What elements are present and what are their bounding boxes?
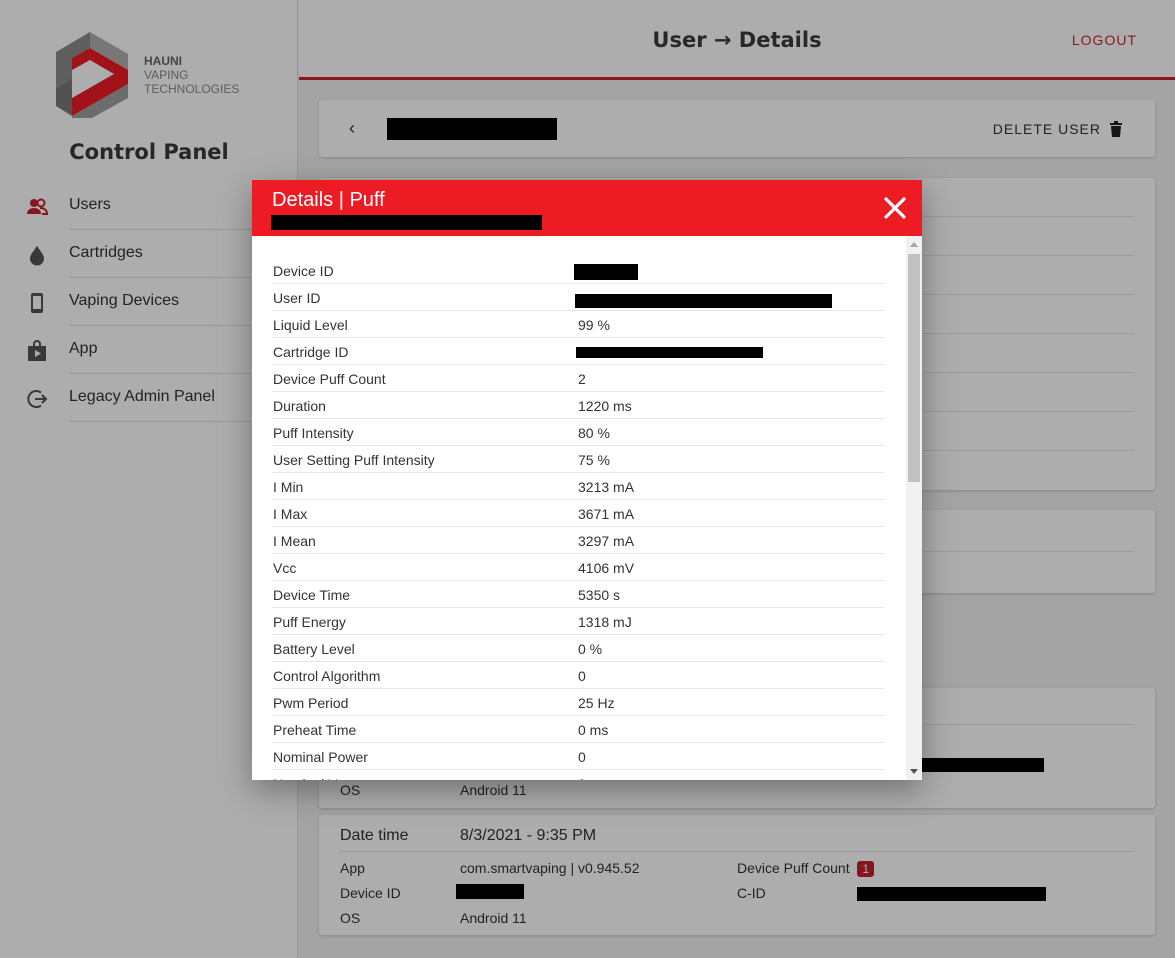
detail-label: I Min xyxy=(273,479,304,495)
dialog-title: Details | Puff xyxy=(272,189,385,211)
detail-label: Puff Energy xyxy=(273,614,346,630)
detail-row: Preheat Time 0 ms xyxy=(272,716,884,743)
detail-row: Cartridge ID xyxy=(272,338,884,365)
detail-row: Nominal Power 0 xyxy=(272,743,884,770)
detail-value: 2 xyxy=(578,371,586,387)
detail-row: User ID xyxy=(272,284,884,311)
scroll-down-arrow-icon[interactable] xyxy=(910,769,918,774)
detail-label: Device Puff Count xyxy=(273,371,386,387)
redacted-value xyxy=(576,347,763,358)
detail-row: Puff Energy 1318 mJ xyxy=(272,608,884,635)
detail-row: Device Puff Count 2 xyxy=(272,365,884,392)
redacted-value xyxy=(575,294,832,308)
detail-label: Duration xyxy=(273,398,326,414)
detail-value: 0 ms xyxy=(578,722,609,738)
detail-value: 80 % xyxy=(578,425,610,441)
detail-row: Device Time 5350 s xyxy=(272,581,884,608)
detail-value: 1318 mJ xyxy=(578,614,632,630)
detail-value: 0 xyxy=(578,749,586,765)
detail-value: 3671 mA xyxy=(578,506,635,522)
detail-label: Puff Intensity xyxy=(273,425,354,441)
detail-row: I Max 3671 mA xyxy=(272,500,884,527)
detail-value: 25 Hz xyxy=(578,695,615,711)
detail-row: Control Algorithm 0 xyxy=(272,662,884,689)
detail-label: I Mean xyxy=(273,533,316,549)
detail-row: Battery Level 0 % xyxy=(272,635,884,662)
detail-label: User Setting Puff Intensity xyxy=(273,452,435,468)
detail-row: Liquid Level 99 % xyxy=(272,311,884,338)
scrollbar-thumb[interactable] xyxy=(908,254,920,482)
detail-value: 4106 mV xyxy=(578,560,635,576)
detail-row: Pwm Period 25 Hz xyxy=(272,689,884,716)
detail-label: Pwm Period xyxy=(273,695,349,711)
dialog-body[interactable]: Device ID User ID Liquid Level 99 % Cartridg… xyxy=(252,236,906,780)
puff-details-dialog: Details | Puff Device ID User ID Liquid Le… xyxy=(252,180,922,780)
detail-label: Liquid Level xyxy=(273,317,348,333)
detail-value: 75 % xyxy=(578,452,610,468)
detail-label: I Max xyxy=(273,506,308,522)
detail-value: 1220 ms xyxy=(578,398,632,414)
detail-row: Puff Intensity 80 % xyxy=(272,419,884,446)
dialog-scrollbar[interactable] xyxy=(906,236,922,780)
detail-row: I Mean 3297 mA xyxy=(272,527,884,554)
detail-label: Device ID xyxy=(273,263,334,279)
detail-value: 3297 mA xyxy=(578,533,635,549)
detail-row: Vcc 4106 mV xyxy=(272,554,884,581)
detail-label: Preheat Time xyxy=(273,722,357,738)
detail-label: Battery Level xyxy=(273,641,355,657)
detail-label: Control Algorithm xyxy=(273,668,381,684)
detail-row: Device ID xyxy=(272,257,884,284)
detail-row: I Min 3213 mA xyxy=(272,473,884,500)
close-icon[interactable] xyxy=(882,195,908,221)
detail-label: Nominal Power xyxy=(273,749,368,765)
detail-value: 0 xyxy=(578,776,586,780)
detail-value: 0 % xyxy=(578,641,603,657)
detail-row: User Setting Puff Intensity 75 % xyxy=(272,446,884,473)
detail-label: User ID xyxy=(273,290,321,306)
detail-row: Duration 1220 ms xyxy=(272,392,884,419)
detail-label: Cartridge ID xyxy=(273,344,349,360)
detail-label: Device Time xyxy=(273,587,351,603)
detail-value: 0 xyxy=(578,668,586,684)
detail-value: 99 % xyxy=(578,317,610,333)
dialog-header: Details | Puff xyxy=(252,180,922,236)
detail-value: 5350 s xyxy=(578,587,621,603)
detail-row: Nominal V 0 xyxy=(272,770,884,780)
redacted-value xyxy=(574,264,638,280)
detail-label: Nominal V xyxy=(273,776,338,780)
redacted-puff-id xyxy=(271,215,542,230)
scroll-up-arrow-icon[interactable] xyxy=(910,242,918,247)
detail-value: 3213 mA xyxy=(578,479,635,495)
detail-label: Vcc xyxy=(273,560,297,576)
